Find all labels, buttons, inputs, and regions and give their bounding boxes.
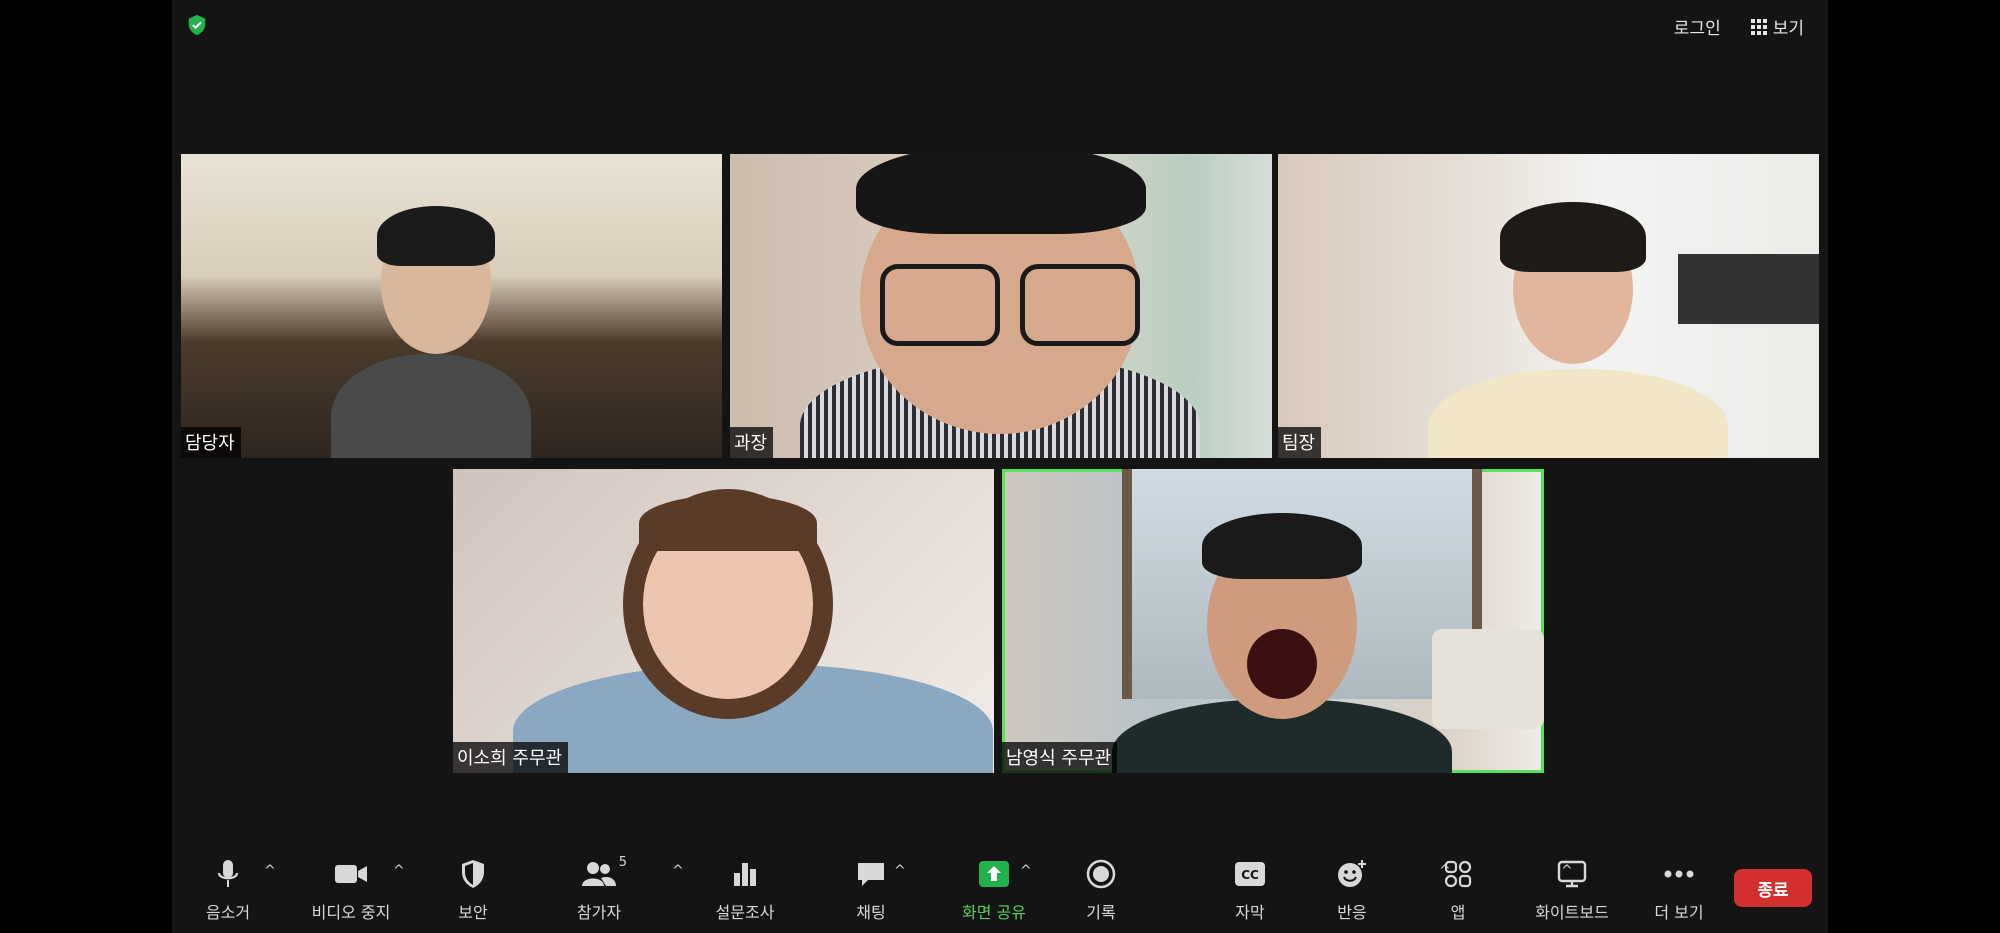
zoom-meeting-window: 로그인 보기 담당자 과장 팀장 이소희 주무관 남영식 주무관 음소거 ^ 비… xyxy=(172,0,1828,933)
more-dots-icon xyxy=(1664,870,1694,878)
top-bar: 로그인 보기 xyxy=(172,0,1828,50)
share-screen-arrow-icon xyxy=(979,861,1009,887)
whiteboard-options-caret-icon[interactable]: ^ xyxy=(1561,863,1573,879)
participants-count-badge: 5 xyxy=(618,855,627,870)
login-label: 로그인 xyxy=(1673,19,1721,39)
smiley-reaction-icon xyxy=(1338,860,1366,887)
video-tile-timjang[interactable]: 팀장 xyxy=(1278,154,1819,458)
participant-glasses xyxy=(880,264,1000,346)
captions-button[interactable]: CC 자막 xyxy=(1195,845,1305,923)
end-meeting-button[interactable]: 종료 xyxy=(1734,869,1812,907)
more-button[interactable]: 더 보기 xyxy=(1624,845,1734,923)
chat-bubble-icon xyxy=(858,863,884,886)
chat-button[interactable]: 채팅 xyxy=(816,845,926,923)
participants-label: 참가자 xyxy=(576,903,622,922)
meeting-toolbar: 음소거 ^ 비디오 중지 ^ 보안 5 참가자 ^ 설문조사 채팅 ^ 화면 공… xyxy=(172,845,1828,933)
participant-hair xyxy=(377,206,495,266)
video-tile-lee-sohee[interactable]: 이소희 주무관 xyxy=(453,469,994,773)
more-label: 더 보기 xyxy=(1654,903,1704,922)
chat-label: 채팅 xyxy=(856,903,886,922)
login-button[interactable]: 로그인 xyxy=(1666,10,1729,43)
participants-options-caret-icon[interactable]: ^ xyxy=(672,863,684,879)
participant-hair xyxy=(1202,513,1362,579)
mute-label: 음소거 xyxy=(205,903,251,922)
participant-name: 이소희 주무관 xyxy=(453,742,569,773)
stop-video-label: 비디오 중지 xyxy=(311,903,391,922)
view-label: 보기 xyxy=(1772,19,1804,39)
microphone-icon xyxy=(217,860,239,887)
polls-button[interactable]: 설문조사 xyxy=(690,845,800,923)
whiteboard-label: 화이트보드 xyxy=(1535,903,1609,922)
polls-label: 설문조사 xyxy=(715,903,775,922)
participant-name: 과장 xyxy=(730,427,774,458)
encryption-shield-icon[interactable] xyxy=(186,14,208,36)
reactions-label: 반응 xyxy=(1337,903,1367,922)
participant-name: 남영식 주무관 xyxy=(1002,742,1118,773)
svg-text:CC: CC xyxy=(1241,868,1259,882)
mute-options-caret-icon[interactable]: ^ xyxy=(264,863,276,879)
participant-video xyxy=(1428,369,1728,458)
view-button[interactable]: 보기 xyxy=(1743,10,1812,43)
participant-glasses-right xyxy=(1020,264,1140,346)
video-options-caret-icon[interactable]: ^ xyxy=(393,863,405,879)
participant-mouth xyxy=(1247,629,1317,699)
participant-bangs xyxy=(639,495,817,551)
share-options-caret-icon[interactable]: ^ xyxy=(1020,863,1032,879)
bar-chart-icon xyxy=(734,863,756,886)
record-label: 기록 xyxy=(1086,903,1116,922)
apps-options-caret-icon[interactable]: ^ xyxy=(1439,863,1451,879)
video-tile-gwajang[interactable]: 과장 xyxy=(730,154,1272,458)
closed-captions-icon: CC xyxy=(1235,862,1265,886)
record-icon xyxy=(1086,859,1116,889)
video-tile-nam-youngsik[interactable]: 남영식 주무관 xyxy=(1002,469,1544,773)
share-screen-label: 화면 공유 xyxy=(962,903,1026,922)
participant-name: 담당자 xyxy=(181,427,241,458)
sofa xyxy=(1432,629,1544,729)
security-label: 보안 xyxy=(458,903,488,922)
video-tile-damdangja[interactable]: 담당자 xyxy=(181,154,722,458)
participants-icon xyxy=(582,862,616,886)
participant-name: 팀장 xyxy=(1278,427,1322,458)
participant-hair xyxy=(856,154,1146,234)
share-screen-button[interactable]: 화면 공유 xyxy=(939,845,1049,923)
participants-button[interactable]: 5 참가자 xyxy=(544,845,654,923)
video-camera-icon xyxy=(335,865,367,883)
whiteboard-button[interactable]: 화이트보드 xyxy=(1517,845,1627,923)
chat-options-caret-icon[interactable]: ^ xyxy=(894,863,906,879)
record-button[interactable]: 기록 xyxy=(1046,845,1156,923)
participant-hair xyxy=(1500,202,1646,272)
apps-label: 앱 xyxy=(1450,903,1466,922)
security-shield-icon xyxy=(462,860,484,888)
participant-video xyxy=(331,354,531,458)
mute-button[interactable]: 음소거 xyxy=(173,845,283,923)
apps-button[interactable]: 앱 xyxy=(1403,845,1513,923)
security-button[interactable]: 보안 xyxy=(418,845,528,923)
stop-video-button[interactable]: 비디오 중지 xyxy=(296,845,406,923)
microwave xyxy=(1678,254,1819,324)
grid-view-icon xyxy=(1750,18,1767,35)
reactions-button[interactable]: 반응 xyxy=(1297,845,1407,923)
captions-label: 자막 xyxy=(1235,903,1265,922)
